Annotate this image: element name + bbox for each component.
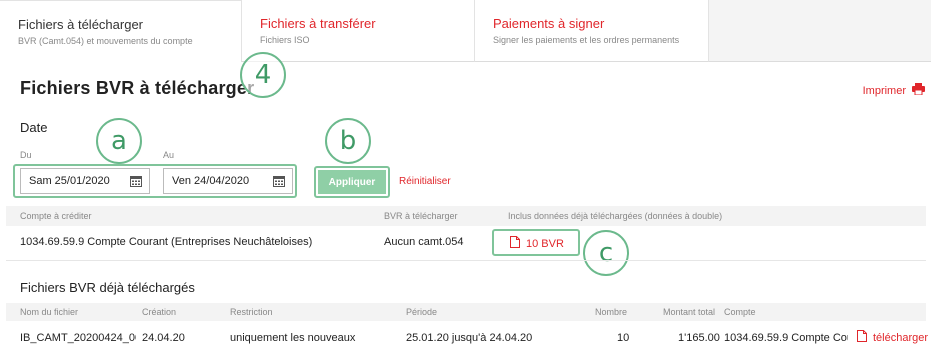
tab-title: Fichiers à transférer (260, 16, 376, 31)
callout-b: b (325, 118, 371, 164)
restriction-cell: uniquement les nouveaux (230, 332, 356, 344)
download-label: télécharger (873, 331, 929, 344)
to-date-label: Au (163, 150, 175, 160)
bvr-download-link[interactable]: 10 BVR (510, 236, 564, 251)
column-header-amount: Montant total (663, 307, 716, 317)
from-date-value: Sam 25/01/2020 (29, 175, 110, 187)
period-cell: 25.01.20 jusqu'à 24.04.20 (406, 332, 533, 344)
column-header-created: Création (142, 307, 177, 317)
filename-cell: IB_CAMT_20200424_00 (20, 332, 136, 344)
calendar-icon[interactable] (130, 175, 142, 187)
reset-link[interactable]: Réinitialiser (399, 176, 451, 187)
from-date-field[interactable]: Sam 25/01/2020 (20, 168, 150, 194)
tab-bar-filler (708, 0, 931, 62)
apply-button[interactable]: Appliquer (318, 170, 386, 194)
column-header-bvr: BVR à télécharger (384, 211, 458, 221)
column-header-count: Nombre (595, 307, 628, 317)
column-header-period: Période (406, 307, 438, 317)
tab-subtitle: Signer les paiements et les ordres perma… (493, 35, 680, 45)
bvr-count-label: 10 BVR (526, 237, 564, 250)
callout-c: c (583, 230, 629, 276)
from-date-label: Du (20, 150, 32, 160)
column-header-account: Compte (724, 307, 756, 317)
tab-title: Fichiers à télécharger (18, 17, 143, 32)
created-cell: 24.04.20 (142, 332, 185, 344)
tab-title: Paiements à signer (493, 16, 605, 31)
count-cell: 10 (617, 332, 630, 344)
to-date-value: Ven 24/04/2020 (172, 175, 250, 187)
callout-4: 4 (240, 52, 286, 98)
to-date-field[interactable]: Ven 24/04/2020 (163, 168, 293, 194)
downloaded-files-title: Fichiers BVR déjà téléchargés (20, 280, 195, 295)
print-button[interactable]: Imprimer (863, 83, 925, 98)
column-header-restriction: Restriction (230, 307, 273, 317)
tab-payments-to-sign[interactable]: Paiements à signer Signer les paiements … (474, 0, 708, 62)
column-header-included: Inclus données déjà téléchargées (donnée… (508, 211, 723, 221)
amount-cell: 1'165.00 (678, 332, 720, 344)
file-icon (857, 330, 867, 345)
date-heading: Date (20, 120, 48, 135)
divider (6, 260, 926, 261)
callout-a: a (96, 118, 142, 164)
print-label: Imprimer (862, 84, 906, 97)
table-header (6, 206, 926, 226)
tab-files-to-transfer[interactable]: Fichiers à transférer Fichiers ISO (241, 0, 474, 62)
download-link[interactable]: télécharger (857, 330, 928, 345)
account-cell: 1034.69.59.9 Compte Cour (724, 332, 848, 344)
account-cell: 1034.69.59.9 Compte Courant (Entreprises… (20, 236, 313, 248)
page-title: Fichiers BVR à télécharger (20, 78, 255, 98)
tab-subtitle: Fichiers ISO (260, 35, 310, 45)
bvr-cell: Aucun camt.054 (384, 236, 464, 248)
column-header-account: Compte à créditer (20, 211, 92, 221)
column-header-filename: Nom du fichier (20, 307, 79, 317)
tab-subtitle: BVR (Camt.054) et mouvements du compte (18, 36, 193, 46)
tab-files-to-download[interactable]: Fichiers à télécharger BVR (Camt.054) et… (0, 0, 241, 62)
file-icon (510, 236, 520, 251)
tab-bar: Fichiers à télécharger BVR (Camt.054) et… (0, 0, 931, 62)
printer-icon (912, 83, 925, 98)
calendar-icon[interactable] (273, 175, 285, 187)
